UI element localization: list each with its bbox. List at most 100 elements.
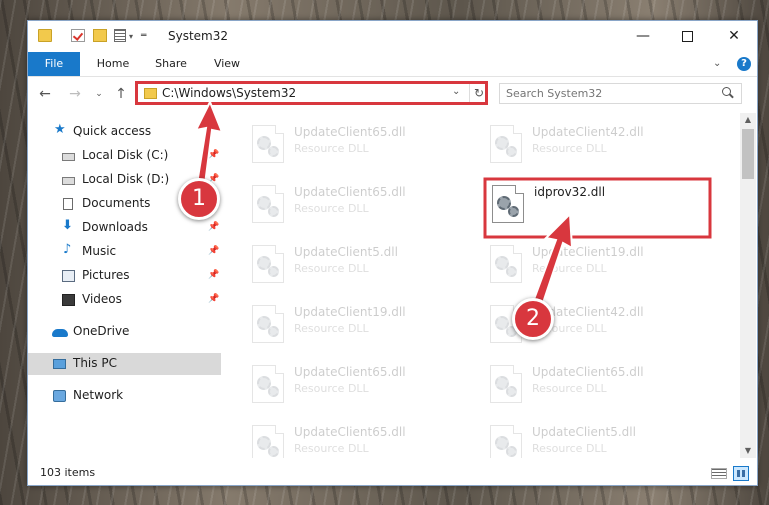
sidebar-item-local-disk-c[interactable]: Local Disk (C:) 📌 [28, 145, 221, 167]
recent-locations-button[interactable]: ⌄ [90, 83, 108, 105]
pin-icon[interactable]: 📌 [208, 294, 219, 304]
address-bar[interactable]: C:\Windows\System32 ⌄ ↻ [135, 81, 488, 105]
sidebar-item-downloads[interactable]: ⬇ Downloads 📌 [28, 217, 221, 239]
item-count: 103 items [40, 466, 96, 479]
file-name: UpdateClient5.dll [532, 425, 636, 439]
tab-file[interactable]: File [28, 52, 80, 76]
file-item[interactable]: UpdateClient65.dll Resource DLL [246, 121, 476, 169]
file-type: Resource DLL [532, 382, 607, 395]
forward-button[interactable]: → [66, 83, 84, 105]
sidebar-item-label: OneDrive [73, 324, 130, 338]
file-type: Resource DLL [532, 442, 607, 455]
computer-icon [53, 359, 66, 369]
pin-icon[interactable]: 📌 [208, 222, 219, 232]
sidebar-item-label: Network [73, 388, 124, 402]
sidebar-item-label: Quick access [73, 124, 152, 138]
back-button[interactable]: ← [36, 83, 54, 105]
ribbon-tabs: File Home Share View ⌄ ? [28, 52, 757, 77]
sidebar-item-label: This PC [73, 356, 117, 370]
sidebar-item-label: Music [82, 244, 117, 258]
file-item-idprov32[interactable]: idprov32.dll [486, 181, 716, 229]
tab-view[interactable]: View [206, 52, 248, 76]
gear-icon [506, 446, 517, 457]
sidebar-item-this-pc[interactable]: This PC [28, 353, 221, 375]
pin-icon[interactable]: 📌 [208, 270, 219, 280]
refresh-button[interactable]: ↻ [469, 84, 488, 102]
file-name: UpdateClient65.dll [294, 425, 406, 439]
address-path[interactable]: C:\Windows\System32 [162, 86, 296, 100]
file-item[interactable]: UpdateClient42.dll Resource DLL [484, 121, 714, 169]
file-name: UpdateClient5.dll [294, 245, 398, 259]
expand-ribbon-icon[interactable]: ⌄ [713, 58, 721, 69]
pin-icon[interactable]: 📌 [208, 246, 219, 256]
tab-share[interactable]: Share [148, 52, 194, 76]
sidebar-item-music[interactable]: ♪ Music 📌 [28, 241, 221, 263]
quick-access-toolbar-icon[interactable] [114, 29, 126, 42]
details-view-icon[interactable] [711, 468, 727, 479]
star-icon: ★ [54, 122, 66, 137]
new-folder-icon[interactable] [93, 29, 107, 42]
dll-file-icon [252, 365, 284, 403]
file-type: Resource DLL [294, 202, 369, 215]
minimize-button[interactable]: — [620, 21, 666, 51]
file-item[interactable]: UpdateClient19.dll Resource DLL [484, 241, 714, 289]
file-item[interactable]: UpdateClient65.dll Resource DLL [246, 361, 476, 409]
maximize-icon [681, 30, 693, 42]
sidebar-item-label: Videos [82, 292, 122, 306]
large-icons-view-icon[interactable] [733, 466, 749, 481]
help-icon[interactable]: ? [737, 57, 751, 71]
dll-file-icon [252, 185, 284, 223]
search-box[interactable] [499, 83, 742, 104]
navigation-pane: ★ Quick access Local Disk (C:) 📌 Local D… [28, 113, 221, 458]
window-title: System32 [168, 29, 229, 43]
vertical-scrollbar[interactable]: ▲ ▼ [740, 113, 756, 458]
gear-icon [506, 146, 517, 157]
sidebar-item-pictures[interactable]: Pictures 📌 [28, 265, 221, 287]
search-input[interactable] [506, 86, 706, 101]
gear-icon [268, 386, 279, 397]
sidebar-item-onedrive[interactable]: OneDrive [28, 321, 221, 343]
file-item[interactable]: UpdateClient65.dll Resource DLL [246, 421, 476, 458]
pin-icon[interactable]: 📌 [208, 150, 219, 160]
file-item[interactable]: UpdateClient65.dll Resource DLL [484, 361, 714, 409]
dll-file-icon [490, 125, 522, 163]
scroll-thumb[interactable] [742, 129, 754, 179]
file-item[interactable]: UpdateClient5.dll Resource DLL [484, 421, 714, 458]
gear-icon [268, 446, 279, 457]
file-type: Resource DLL [294, 142, 369, 155]
gear-icon [268, 326, 279, 337]
chevron-down-icon[interactable]: ▾ [129, 32, 133, 41]
download-icon: ⬇ [62, 218, 73, 233]
address-dropdown-button[interactable]: ⌄ [452, 86, 460, 97]
file-item[interactable]: UpdateClient65.dll Resource DLL [246, 181, 476, 229]
sidebar-item-label: Local Disk (D:) [82, 172, 170, 186]
close-button[interactable]: ✕ [711, 21, 757, 51]
file-item[interactable]: UpdateClient5.dll Resource DLL [246, 241, 476, 289]
properties-check-icon[interactable] [71, 29, 85, 42]
sidebar-item-videos[interactable]: Videos 📌 [28, 289, 221, 311]
gear-icon [506, 266, 517, 277]
dll-file-icon [490, 425, 522, 458]
maximize-button[interactable] [664, 21, 710, 51]
sidebar-item-network[interactable]: Network [28, 385, 221, 407]
scroll-down-button[interactable]: ▼ [740, 444, 756, 458]
scroll-up-button[interactable]: ▲ [740, 113, 756, 127]
file-type: Resource DLL [294, 442, 369, 455]
folder-icon [38, 29, 52, 42]
tab-home[interactable]: Home [88, 52, 138, 76]
sidebar-item-label: Documents [82, 196, 151, 210]
customize-toolbar-icon[interactable]: ═ [141, 32, 149, 41]
title-bar: ▾ ═ System32 — ✕ [28, 21, 757, 51]
file-name: UpdateClient42.dll [532, 125, 644, 139]
dll-file-icon [252, 245, 284, 283]
up-button[interactable]: ↑ [112, 83, 130, 105]
search-icon[interactable] [722, 87, 731, 96]
dll-file-icon [490, 365, 522, 403]
file-explorer-window: ▾ ═ System32 — ✕ File Home Share View ⌄ … [27, 20, 758, 486]
file-item[interactable]: UpdateClient19.dll Resource DLL [246, 301, 476, 349]
dll-file-icon [492, 185, 524, 223]
folder-icon [144, 88, 157, 99]
sidebar-item-quick-access[interactable]: ★ Quick access [28, 121, 221, 143]
status-bar: 103 items [28, 463, 757, 485]
file-name: UpdateClient65.dll [294, 185, 406, 199]
